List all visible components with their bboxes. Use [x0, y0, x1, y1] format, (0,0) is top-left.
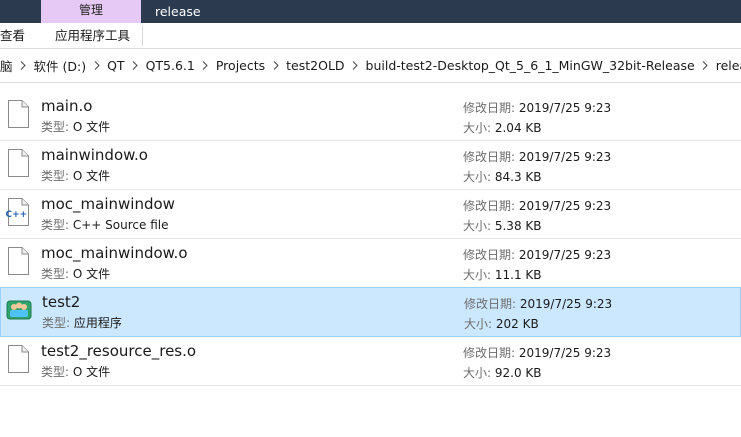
breadcrumb-item-qt[interactable]: QT: [104, 58, 127, 73]
file-row[interactable]: C++ moc_mainwindow 类型: C++ Source file 修…: [0, 190, 741, 239]
file-date-value: 2019/7/25 9:23: [518, 346, 612, 360]
type-label: 类型:: [41, 120, 73, 134]
file-type: 类型: O 文件: [41, 265, 110, 282]
file-size-value: 11.1 KB: [494, 268, 542, 282]
file-size: 大小: 2.04 KB: [463, 119, 542, 136]
file-type-value: C++ Source file: [72, 218, 169, 232]
type-label: 类型:: [42, 316, 74, 330]
size-label: 大小:: [463, 219, 495, 233]
tab-view[interactable]: 查看: [0, 23, 25, 48]
blank-file-icon: [8, 149, 29, 177]
file-date-value: 2019/7/25 9:23: [518, 248, 612, 262]
ribbon-divider: [142, 25, 143, 46]
file-date-value: 2019/7/25 9:23: [519, 297, 613, 311]
chevron-right-icon[interactable]: [198, 61, 213, 70]
breadcrumb-item-qt561[interactable]: QT5.6.1: [143, 58, 198, 73]
file-type-value: O 文件: [72, 267, 111, 281]
file-modified: 修改日期: 2019/7/25 9:23: [463, 197, 611, 214]
file-type-value: O 文件: [72, 365, 111, 379]
file-name: main.o: [41, 97, 93, 115]
cpp-file-icon: C++: [6, 198, 29, 226]
chevron-right-icon[interactable]: [16, 61, 31, 70]
type-label: 类型:: [41, 365, 73, 379]
file-row[interactable]: test2_resource_res.o 类型: O 文件 修改日期: 2019…: [0, 337, 741, 386]
file-size-value: 2.04 KB: [494, 121, 542, 135]
file-modified: 修改日期: 2019/7/25 9:23: [464, 295, 612, 312]
file-size-value: 92.0 KB: [494, 366, 542, 380]
file-list: main.o 类型: O 文件 修改日期: 2019/7/25 9:23 大小:…: [0, 92, 741, 386]
file-name: moc_mainwindow: [41, 195, 175, 213]
file-size-value: 202 KB: [495, 317, 539, 331]
date-label: 修改日期:: [463, 199, 519, 213]
file-size-value: 5.38 KB: [494, 219, 542, 233]
file-type-value: O 文件: [72, 120, 111, 134]
file-size: 大小: 5.38 KB: [463, 217, 542, 234]
type-label: 类型:: [41, 169, 73, 183]
file-type: 类型: O 文件: [41, 363, 110, 380]
file-type-value: 应用程序: [73, 316, 122, 330]
address-bar[interactable]: 脑 软件 (D:) QT QT5.6.1 Projects test2OLD b…: [0, 49, 741, 83]
file-type: 类型: 应用程序: [42, 314, 122, 331]
size-label: 大小:: [463, 170, 495, 184]
chevron-right-icon[interactable]: [128, 61, 143, 70]
file-size: 大小: 202 KB: [464, 315, 539, 332]
breadcrumb: 脑 软件 (D:) QT QT5.6.1 Projects test2OLD b…: [0, 49, 741, 82]
file-type: 类型: C++ Source file: [41, 216, 168, 233]
file-size: 大小: 11.1 KB: [463, 266, 542, 283]
file-name: test2_resource_res.o: [41, 342, 197, 360]
file-name: test2: [42, 293, 81, 311]
breadcrumb-item-test2old[interactable]: test2OLD: [283, 58, 347, 73]
tab-application-tools[interactable]: 应用程序工具: [55, 23, 130, 48]
date-label: 修改日期:: [463, 248, 519, 262]
file-modified: 修改日期: 2019/7/25 9:23: [463, 344, 611, 361]
file-date-value: 2019/7/25 9:23: [518, 199, 612, 213]
breadcrumb-item-drive[interactable]: 软件 (D:): [31, 56, 90, 75]
tab-manage[interactable]: 管理: [41, 0, 141, 23]
file-name: mainwindow.o: [41, 146, 148, 164]
file-size-value: 84.3 KB: [494, 170, 542, 184]
file-date-value: 2019/7/25 9:23: [518, 150, 612, 164]
breadcrumb-item-build[interactable]: build-test2-Desktop_Qt_5_6_1_MinGW_32bit…: [363, 58, 698, 73]
file-date-value: 2019/7/25 9:23: [518, 101, 612, 115]
chevron-right-icon[interactable]: [268, 61, 283, 70]
breadcrumb-item-projects[interactable]: Projects: [213, 58, 268, 73]
window-title: release: [155, 4, 201, 19]
date-label: 修改日期:: [463, 150, 519, 164]
blank-file-icon: [8, 100, 29, 128]
type-label: 类型:: [41, 218, 73, 232]
file-row-selected[interactable]: test2 类型: 应用程序 修改日期: 2019/7/25 9:23 大小: …: [0, 287, 741, 337]
file-size: 大小: 92.0 KB: [463, 364, 542, 381]
file-modified: 修改日期: 2019/7/25 9:23: [463, 148, 611, 165]
size-label: 大小:: [463, 366, 495, 380]
chevron-right-icon[interactable]: [348, 61, 363, 70]
blank-file-icon: [8, 247, 29, 275]
breadcrumb-item-release[interactable]: release: [713, 58, 741, 73]
file-name: moc_mainwindow.o: [41, 244, 188, 262]
title-bar: 管理 release: [0, 0, 741, 23]
application-icon: [6, 300, 32, 320]
type-label: 类型:: [41, 267, 73, 281]
size-label: 大小:: [463, 268, 495, 282]
ribbon-tabs: 查看 应用程序工具: [0, 23, 741, 49]
file-type-value: O 文件: [72, 169, 111, 183]
blank-file-icon: [8, 345, 29, 373]
date-label: 修改日期:: [464, 297, 520, 311]
size-label: 大小:: [464, 317, 496, 331]
file-row[interactable]: mainwindow.o 类型: O 文件 修改日期: 2019/7/25 9:…: [0, 141, 741, 190]
breadcrumb-item-computer[interactable]: 脑: [0, 56, 16, 75]
file-row[interactable]: main.o 类型: O 文件 修改日期: 2019/7/25 9:23 大小:…: [0, 92, 741, 141]
svg-text:C++: C++: [6, 210, 28, 220]
file-type: 类型: O 文件: [41, 167, 110, 184]
file-size: 大小: 84.3 KB: [463, 168, 542, 185]
chevron-right-icon[interactable]: [89, 61, 104, 70]
file-row[interactable]: moc_mainwindow.o 类型: O 文件 修改日期: 2019/7/2…: [0, 239, 741, 288]
date-label: 修改日期:: [463, 346, 519, 360]
date-label: 修改日期:: [463, 101, 519, 115]
file-modified: 修改日期: 2019/7/25 9:23: [463, 99, 611, 116]
chevron-right-icon[interactable]: [698, 61, 713, 70]
file-modified: 修改日期: 2019/7/25 9:23: [463, 246, 611, 263]
size-label: 大小:: [463, 121, 495, 135]
file-type: 类型: O 文件: [41, 118, 110, 135]
